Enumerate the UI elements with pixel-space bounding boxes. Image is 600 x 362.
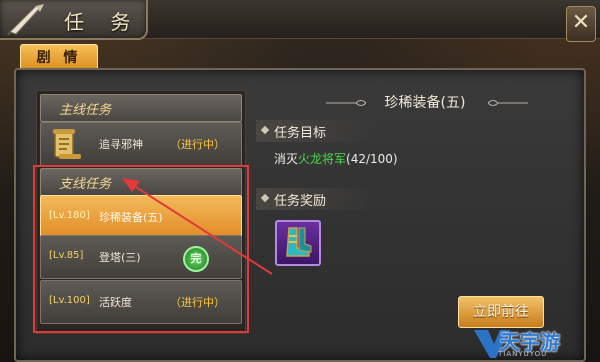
branch-quest-header[interactable]: 支线任务 xyxy=(40,168,242,196)
boots-icon xyxy=(286,227,312,257)
quest-name: 珍稀装备(五) xyxy=(99,211,163,224)
diamond-bullet-icon xyxy=(260,193,270,203)
quest-level: [Lv.85] xyxy=(49,250,84,261)
quest-name: 登塔(三) xyxy=(99,251,141,264)
quest-row-branch-3[interactable]: [Lv.100] 活跃度 （进行中） xyxy=(40,280,242,324)
scroll-icon xyxy=(53,129,81,159)
quest-level: [Lv.100] xyxy=(49,295,90,306)
quest-name: 活跃度 xyxy=(99,296,132,309)
objective-progress: (42/100) xyxy=(346,152,398,166)
game-screen: 任 务 ✕ 剧 情 主线任务 追寻邪神 （进行中） 支线任务 [Lv.180] … xyxy=(0,0,600,362)
quest-name: 追寻邪神 xyxy=(99,138,143,151)
quest-detail-title: 珍稀装备(五) xyxy=(384,95,466,111)
reward-header-label: 任务奖励 xyxy=(274,194,327,209)
completed-icon: 完 xyxy=(183,246,209,272)
ornament-right-icon xyxy=(488,100,528,106)
quill-icon xyxy=(7,4,44,36)
quest-row-branch-1[interactable]: [Lv.180] 珍稀装备(五) xyxy=(40,195,242,239)
watermark-subtext: TIANYUYOU xyxy=(498,350,548,358)
quest-row-branch-2[interactable]: [Lv.85] 登塔(三) 完 xyxy=(40,235,242,279)
close-icon: ✕ xyxy=(571,10,591,35)
objective-header-label: 任务目标 xyxy=(274,126,327,141)
objective-header: 任务目标 xyxy=(256,120,374,142)
reward-header: 任务奖励 xyxy=(256,188,374,210)
quest-level: [Lv.180] xyxy=(49,210,90,221)
quest-row-main-1[interactable]: 追寻邪神 （进行中） xyxy=(40,122,242,166)
go-now-button[interactable]: 立即前往 xyxy=(458,296,544,328)
objective-text: 消灭火龙将军(42/100) xyxy=(274,150,398,167)
main-quest-header-label: 主线任务 xyxy=(59,103,112,118)
quest-status: （进行中） xyxy=(170,296,225,309)
close-button[interactable]: ✕ xyxy=(566,6,596,42)
reward-item-slot[interactable] xyxy=(275,220,321,266)
main-quest-header[interactable]: 主线任务 xyxy=(40,94,242,122)
quest-status: （进行中） xyxy=(170,138,225,151)
objective-prefix: 消灭 xyxy=(274,152,299,166)
window-title-plate: 任 务 xyxy=(0,0,148,40)
objective-target: 火龙将军 xyxy=(298,152,347,166)
branch-quest-header-label: 支线任务 xyxy=(59,177,112,192)
window-title: 任 务 xyxy=(64,10,141,34)
diamond-bullet-icon xyxy=(260,125,270,135)
